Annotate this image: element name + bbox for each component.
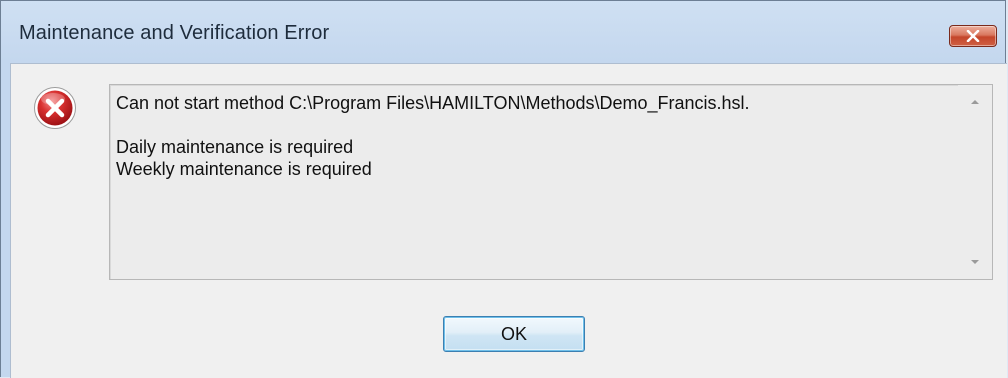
scroll-down-arrow-icon[interactable] <box>968 255 982 269</box>
message-line: Can not start method C:\Program Files\HA… <box>116 93 750 113</box>
close-x-icon <box>966 30 980 42</box>
error-dialog-window: Maintenance and Verification Error Can n… <box>0 0 1007 378</box>
message-text-area[interactable]: Can not start method C:\Program Files\HA… <box>109 84 993 280</box>
dialog-body: Can not start method C:\Program Files\HA… <box>10 63 1007 378</box>
message-text: Can not start method C:\Program Files\HA… <box>116 92 946 180</box>
vertical-scrollbar[interactable] <box>958 85 992 279</box>
ok-button[interactable]: OK <box>443 316 585 352</box>
scroll-up-arrow-icon[interactable] <box>968 95 982 109</box>
close-button[interactable] <box>949 25 997 47</box>
message-line: Daily maintenance is required <box>116 137 354 157</box>
window-title: Maintenance and Verification Error <box>19 22 330 44</box>
message-line: Weekly maintenance is required <box>116 159 372 179</box>
title-bar[interactable]: Maintenance and Verification Error <box>1 1 1005 63</box>
error-icon <box>34 87 76 129</box>
